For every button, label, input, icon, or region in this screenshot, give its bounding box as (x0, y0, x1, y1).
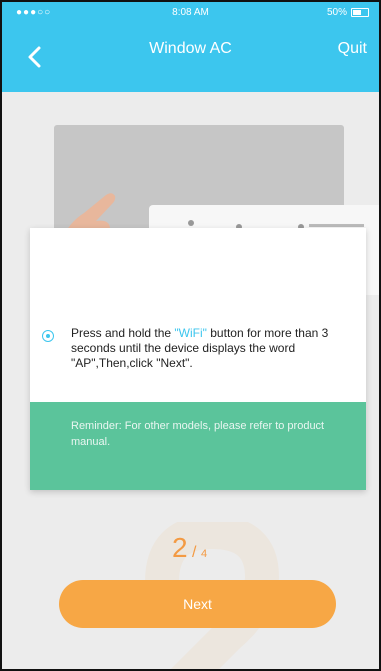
reminder-banner: Reminder: For other models, please refer… (30, 402, 366, 490)
instruction-card: Press and hold the "WiFi" button for mor… (30, 228, 366, 490)
step-indicator: 2 / 4 (172, 532, 207, 564)
main-content: Press and hold the "WiFi" button for mor… (2, 92, 379, 669)
status-bar: ●●●○○ 8:08 AM 50% (2, 2, 379, 24)
nav-bar: Window AC Quit (2, 24, 379, 92)
quit-button[interactable]: Quit (338, 40, 367, 58)
step-separator: / (192, 544, 197, 561)
phone-screen: ●●●○○ 8:08 AM 50% Window AC Quit Press a… (0, 0, 381, 671)
page-title: Window AC (149, 40, 232, 57)
battery-icon (351, 8, 369, 17)
battery-percent: 50% (326, 7, 347, 18)
instruction-text: Press and hold the "WiFi" button for mor… (71, 326, 362, 371)
wifi-highlight: "WiFi" (174, 326, 207, 340)
step-total: 4 (200, 548, 208, 560)
instruction-row[interactable]: Press and hold the "WiFi" button for mor… (42, 326, 362, 371)
battery-status: 50% (327, 7, 369, 18)
instruction-prefix: Press and hold the (71, 326, 175, 340)
status-time: 8:08 AM (172, 7, 209, 18)
step-current: 2 (172, 532, 188, 563)
radio-selected-icon[interactable] (42, 330, 54, 342)
reminder-text: Reminder: For other models, please refer… (71, 420, 325, 448)
next-button[interactable]: Next (59, 580, 336, 628)
